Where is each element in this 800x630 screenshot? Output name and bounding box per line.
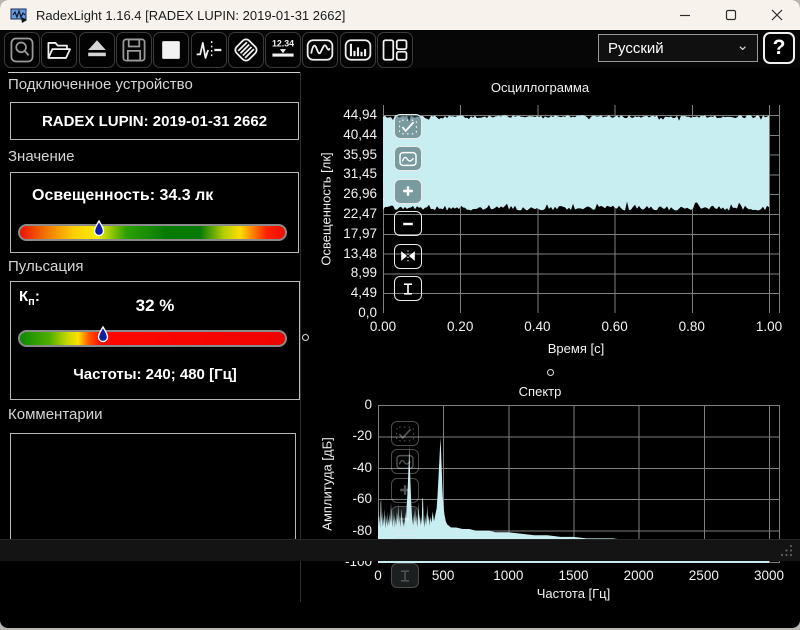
toolbar-eject-button[interactable] bbox=[79, 32, 115, 68]
svg-text:12.34: 12.34 bbox=[272, 38, 294, 48]
toolbar-numeric-display-button[interactable]: 12.34 bbox=[265, 32, 301, 68]
chart-fit-view-button[interactable] bbox=[394, 146, 422, 171]
pulsation-frequencies: Частоты: 240; 480 [Гц] bbox=[11, 366, 299, 383]
toolbar-spectrum-view-button[interactable] bbox=[340, 32, 376, 68]
help-button[interactable]: ? bbox=[763, 32, 795, 64]
x-tick-label: 2500 bbox=[674, 568, 734, 583]
spectrum-x-axis-label: Частота [Гц] bbox=[378, 586, 769, 601]
y-tick-label: 40,44 bbox=[323, 127, 377, 142]
x-tick-label: 1.00 bbox=[739, 319, 799, 334]
app-window: RadexLight 1.16.4 [RADEX LUPIN: 2019-01-… bbox=[0, 0, 800, 628]
chart-autoscale-button[interactable] bbox=[394, 114, 422, 139]
x-tick-label: 0.20 bbox=[430, 319, 490, 334]
illuminance-marker-icon bbox=[93, 220, 105, 237]
chart-fit-horizontal-button[interactable] bbox=[394, 244, 422, 269]
device-name-box: RADEX LUPIN: 2019-01-31 2662 bbox=[10, 102, 299, 140]
toolbar-save-button[interactable] bbox=[116, 32, 152, 68]
minimize-button[interactable] bbox=[662, 0, 708, 30]
y-tick-label: 4,49 bbox=[323, 285, 377, 300]
y-tick-label: 31,45 bbox=[323, 166, 377, 181]
comments-input[interactable] bbox=[10, 433, 296, 543]
y-tick-label: 0,0 bbox=[323, 305, 377, 320]
device-name: RADEX LUPIN: 2019-01-31 2662 bbox=[42, 113, 267, 130]
toolbar-hatch-filter-button[interactable] bbox=[228, 32, 264, 68]
x-tick-label: 500 bbox=[413, 568, 473, 583]
x-tick-label: 3000 bbox=[739, 568, 799, 583]
y-tick-label: 35,95 bbox=[323, 147, 377, 162]
x-tick-label: 0.40 bbox=[507, 319, 567, 334]
x-tick-label: 0.00 bbox=[353, 319, 413, 334]
kp-value: 32 % bbox=[11, 296, 299, 316]
toolbar-layout-view-button[interactable] bbox=[377, 32, 413, 68]
chart-zoom-out-button[interactable] bbox=[391, 506, 419, 531]
oscillogram-plot[interactable] bbox=[383, 105, 780, 313]
oscillogram-title: Осциллограмма bbox=[310, 80, 770, 95]
window-controls bbox=[662, 0, 800, 30]
chart-autoscale-button[interactable] bbox=[391, 421, 419, 446]
chart-zoom-out-button[interactable] bbox=[394, 211, 422, 236]
illuminance-scale-bar bbox=[18, 224, 287, 241]
title-bar: RadexLight 1.16.4 [RADEX LUPIN: 2019-01-… bbox=[0, 0, 800, 30]
splitter-grip[interactable] bbox=[302, 334, 309, 341]
x-tick-label: 1500 bbox=[544, 568, 604, 583]
y-tick-label: 26,96 bbox=[323, 186, 377, 201]
chart-zoom-in-button[interactable] bbox=[391, 478, 419, 503]
x-tick-label: 0.80 bbox=[662, 319, 722, 334]
pulsation-panel-header: Пульсация bbox=[8, 258, 83, 275]
y-tick-label: -80 bbox=[318, 523, 372, 538]
x-tick-label: 2000 bbox=[609, 568, 669, 583]
spectrum-y-axis-label: Амплитуда [дБ] bbox=[320, 437, 335, 530]
spectrum-title: Спектр bbox=[310, 384, 770, 399]
toolbar-stop-button[interactable] bbox=[153, 32, 189, 68]
main-content: Подключенное устройство RADEX LUPIN: 201… bbox=[0, 68, 800, 607]
resize-grip-icon[interactable] bbox=[778, 542, 794, 558]
pulsation-marker-icon bbox=[97, 326, 109, 343]
value-panel-header: Значение bbox=[8, 148, 75, 165]
y-tick-label: 0 bbox=[318, 397, 372, 412]
language-select[interactable]: Русский ⌄ bbox=[598, 34, 758, 62]
illuminance-value: Освещенность: 34.3 лк bbox=[32, 187, 213, 205]
vertical-splitter[interactable] bbox=[300, 72, 301, 602]
chart-splitter-grip[interactable] bbox=[547, 369, 554, 376]
window-title: RadexLight 1.16.4 [RADEX LUPIN: 2019-01-… bbox=[36, 8, 345, 23]
toolbar: 12.34 Русский ⌄ ? bbox=[0, 30, 800, 68]
y-tick-label: 17,97 bbox=[323, 226, 377, 241]
close-button[interactable] bbox=[754, 0, 800, 30]
chart-zoom-in-button[interactable] bbox=[394, 179, 422, 204]
chevron-down-icon: ⌄ bbox=[736, 36, 749, 54]
toolbar-open-folder-button[interactable] bbox=[41, 32, 77, 68]
toolbar-pulse-signal-button[interactable] bbox=[191, 32, 227, 68]
y-tick-label: 8,99 bbox=[323, 265, 377, 280]
maximize-button[interactable] bbox=[708, 0, 754, 30]
toolbar-oscillogram-view-button[interactable] bbox=[302, 32, 338, 68]
chart-fit-vertical-button[interactable] bbox=[391, 563, 419, 588]
panel-separator bbox=[8, 72, 301, 73]
app-icon bbox=[10, 7, 28, 23]
y-tick-label: -60 bbox=[318, 491, 372, 506]
toolbar-magnifier-button[interactable] bbox=[4, 32, 40, 68]
chart-fit-vertical-button[interactable] bbox=[394, 276, 422, 301]
x-tick-label: 1000 bbox=[478, 568, 538, 583]
status-bar bbox=[0, 539, 800, 561]
device-panel-header: Подключенное устройство bbox=[8, 76, 193, 93]
y-tick-label: -20 bbox=[318, 428, 372, 443]
chart-fit-view-button[interactable] bbox=[391, 449, 419, 474]
oscillogram-x-axis-label: Время [с] bbox=[383, 341, 769, 356]
comments-panel-header: Комментарии bbox=[8, 406, 102, 423]
y-tick-label: 22,47 bbox=[323, 206, 377, 221]
y-tick-label: 13,48 bbox=[323, 246, 377, 261]
x-tick-label: 0.60 bbox=[585, 319, 645, 334]
y-tick-label: -40 bbox=[318, 460, 372, 475]
pulsation-scale-bar bbox=[18, 330, 287, 347]
language-value: Русский bbox=[608, 40, 664, 57]
y-tick-label: 44,94 bbox=[323, 107, 377, 122]
